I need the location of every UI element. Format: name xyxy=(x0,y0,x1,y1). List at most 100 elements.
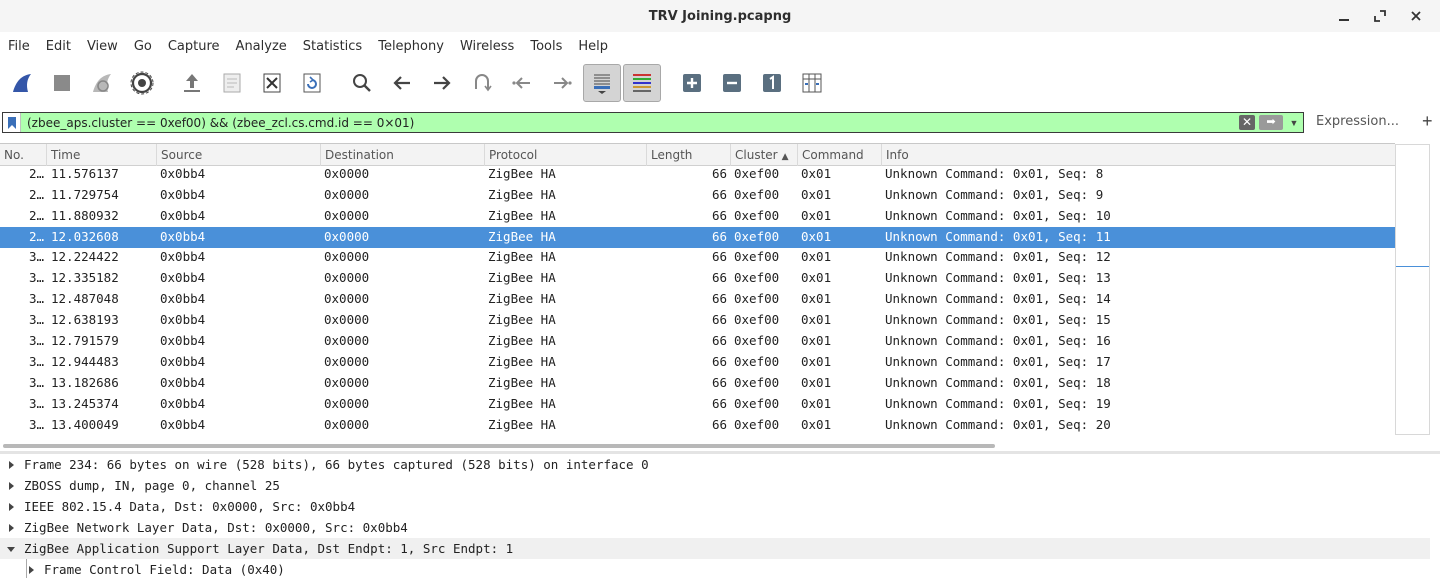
stop-capture-icon[interactable] xyxy=(42,64,82,102)
menu-edit[interactable]: Edit xyxy=(38,36,79,58)
filter-actions: ✕ ➡ ▼ xyxy=(1239,113,1303,132)
cell-command: 0x01 xyxy=(801,312,832,327)
find-packet-icon[interactable] xyxy=(342,64,382,102)
open-file-icon[interactable] xyxy=(172,64,212,102)
collapsed-arrow-icon[interactable] xyxy=(4,496,18,517)
table-row[interactable]: 3… 13.245374 0x0bb4 0x0000 ZigBee HA 66 0xef00… xyxy=(0,394,1395,415)
detail-tree-item[interactable]: Frame Control Field: Data (0x40) xyxy=(0,559,1430,578)
detail-tree-item[interactable]: ZigBee Network Layer Data, Dst: 0x0000, … xyxy=(0,517,1430,538)
go-to-packet-icon[interactable] xyxy=(462,64,502,102)
cell-command: 0x01 xyxy=(801,249,832,264)
cell-length: 66 xyxy=(711,166,727,181)
restart-capture-icon[interactable] xyxy=(82,64,122,102)
table-row[interactable]: 3… 12.791579 0x0bb4 0x0000 ZigBee HA 66 0xef00… xyxy=(0,331,1395,352)
cell-no: 3… xyxy=(28,312,44,327)
menu-tools[interactable]: Tools xyxy=(522,36,570,58)
expression-button[interactable]: Expression... xyxy=(1316,114,1399,129)
cell-length: 66 xyxy=(711,229,727,244)
cell-source: 0x0bb4 xyxy=(160,229,206,244)
table-row[interactable]: 3… 12.944483 0x0bb4 0x0000 ZigBee HA 66 0xef00… xyxy=(0,352,1395,373)
close-icon[interactable] xyxy=(1398,0,1434,32)
column-header-cluster[interactable]: Cluster ▲ xyxy=(731,144,798,166)
cell-time: 12.791579 xyxy=(51,333,119,348)
table-row[interactable]: 3… 12.224422 0x0bb4 0x0000 ZigBee HA 66 0xef00… xyxy=(0,247,1395,268)
cell-length: 66 xyxy=(711,417,727,432)
filter-history-dropdown-icon[interactable]: ▼ xyxy=(1285,113,1303,132)
clear-filter-icon[interactable]: ✕ xyxy=(1239,115,1255,130)
detail-tree-label: ZBOSS dump, IN, page 0, channel 25 xyxy=(24,478,280,493)
colorize-icon[interactable] xyxy=(623,64,661,102)
menu-wireless[interactable]: Wireless xyxy=(452,36,522,58)
table-row[interactable]: 3… 13.182686 0x0bb4 0x0000 ZigBee HA 66 0xef00… xyxy=(0,373,1395,394)
column-header-protocol[interactable]: Protocol xyxy=(485,144,647,166)
table-row[interactable]: 3… 12.335182 0x0bb4 0x0000 ZigBee HA 66 0xef00… xyxy=(0,268,1395,289)
capture-options-gear-icon[interactable] xyxy=(122,64,162,102)
resize-columns-icon[interactable] xyxy=(792,64,832,102)
minimize-icon[interactable] xyxy=(1326,0,1362,32)
cell-info: Unknown Command: 0x01, Seq: 20 xyxy=(885,417,1111,432)
collapsed-arrow-icon[interactable] xyxy=(24,559,38,578)
cell-destination: 0x0000 xyxy=(324,229,370,244)
normal-size-icon[interactable] xyxy=(752,64,792,102)
cell-source: 0x0bb4 xyxy=(160,187,206,202)
add-filter-button[interactable]: + xyxy=(1422,111,1433,132)
collapsed-arrow-icon[interactable] xyxy=(4,475,18,496)
menu-telephony[interactable]: Telephony xyxy=(370,36,452,58)
maximize-icon[interactable] xyxy=(1362,0,1398,32)
zoom-out-icon[interactable] xyxy=(712,64,752,102)
hscrollbar-thumb[interactable] xyxy=(3,444,995,448)
table-row[interactable]: 2… 11.576137 0x0bb4 0x0000 ZigBee HA 66 0xef00… xyxy=(0,164,1395,185)
column-header-no[interactable]: No. xyxy=(0,144,47,166)
column-header-time[interactable]: Time xyxy=(47,144,157,166)
menu-view[interactable]: View xyxy=(79,36,126,58)
column-header-source[interactable]: Source xyxy=(157,144,321,166)
close-file-icon[interactable] xyxy=(252,64,292,102)
shark-fin-start-icon[interactable] xyxy=(2,64,42,102)
first-packet-icon[interactable] xyxy=(502,64,542,102)
cell-length: 66 xyxy=(711,270,727,285)
cell-info: Unknown Command: 0x01, Seq: 14 xyxy=(885,291,1111,306)
menu-go[interactable]: Go xyxy=(126,36,160,58)
table-row-selected[interactable]: 2… 12.032608 0x0bb4 0x0000 ZigBee HA 66 0xef00… xyxy=(0,227,1395,248)
cell-cluster: 0xef00 xyxy=(734,249,780,264)
cell-time: 12.638193 xyxy=(51,312,119,327)
filter-bookmark-icon[interactable] xyxy=(3,113,21,132)
reload-file-icon[interactable] xyxy=(292,64,332,102)
collapsed-arrow-icon[interactable] xyxy=(4,517,18,538)
last-packet-icon[interactable] xyxy=(542,64,582,102)
go-back-icon[interactable] xyxy=(382,64,422,102)
table-row[interactable]: 3… 12.487048 0x0bb4 0x0000 ZigBee HA 66 0xef00… xyxy=(0,289,1395,310)
packet-list-hscrollbar[interactable] xyxy=(0,442,1395,450)
cell-info: Unknown Command: 0x01, Seq: 16 xyxy=(885,333,1111,348)
expanded-arrow-icon[interactable] xyxy=(4,538,18,559)
cell-command: 0x01 xyxy=(801,291,832,306)
collapsed-arrow-icon[interactable] xyxy=(4,454,18,475)
menu-capture[interactable]: Capture xyxy=(160,36,228,58)
menu-file[interactable]: File xyxy=(0,36,38,58)
column-header-length[interactable]: Length xyxy=(647,144,731,166)
detail-tree-item[interactable]: IEEE 802.15.4 Data, Dst: 0x0000, Src: 0x… xyxy=(0,496,1430,517)
menu-help[interactable]: Help xyxy=(570,36,616,58)
apply-filter-icon[interactable]: ➡ xyxy=(1259,115,1283,130)
detail-tree-item[interactable]: ZBOSS dump, IN, page 0, channel 25 xyxy=(0,475,1430,496)
auto-scroll-icon[interactable] xyxy=(583,64,621,102)
table-row[interactable]: 3… 12.638193 0x0bb4 0x0000 ZigBee HA 66 0xef00… xyxy=(0,310,1395,331)
save-file-icon[interactable] xyxy=(212,64,252,102)
column-header-info[interactable]: Info xyxy=(882,144,1395,166)
go-forward-icon[interactable] xyxy=(422,64,462,102)
detail-tree-item[interactable]: ZigBee Application Support Layer Data, D… xyxy=(0,538,1430,559)
table-row[interactable]: 2… 11.880932 0x0bb4 0x0000 ZigBee HA 66 0xef00… xyxy=(0,206,1395,227)
table-row[interactable]: 3… 13.400049 0x0bb4 0x0000 ZigBee HA 66 0xef00… xyxy=(0,415,1395,436)
column-header-command[interactable]: Command xyxy=(798,144,882,166)
table-row[interactable]: 2… 11.729754 0x0bb4 0x0000 ZigBee HA 66 0xef00… xyxy=(0,185,1395,206)
column-header-destination[interactable]: Destination xyxy=(321,144,485,166)
menu-statistics[interactable]: Statistics xyxy=(295,36,370,58)
detail-tree-item[interactable]: Frame 234: 66 bytes on wire (528 bits), … xyxy=(0,454,1430,475)
cell-destination: 0x0000 xyxy=(324,417,370,432)
display-filter-input[interactable]: (zbee_aps.cluster == 0xef00) && (zbee_zc… xyxy=(21,116,1239,130)
packet-list-minimap-scrollbar[interactable] xyxy=(1395,144,1430,435)
zoom-in-icon[interactable] xyxy=(672,64,712,102)
cell-protocol: ZigBee HA xyxy=(488,249,556,264)
menu-analyze[interactable]: Analyze xyxy=(228,36,295,58)
cell-info: Unknown Command: 0x01, Seq: 9 xyxy=(885,187,1104,202)
